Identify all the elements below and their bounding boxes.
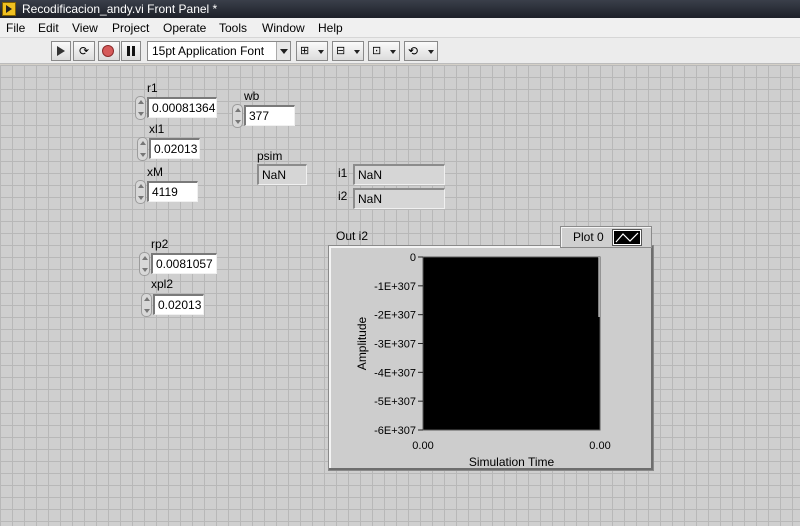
- x-tick-label: 0.00: [589, 440, 610, 452]
- y-tick-label: -6E+307: [374, 425, 416, 437]
- y-tick-label: -5E+307: [374, 396, 416, 408]
- graph-plot-svg: 0 -1E+307 -2E+307 -3E+307 -4E+307 -5E+307 -6E+…: [355, 252, 611, 469]
- y-tick-label: -1E+307: [374, 281, 416, 293]
- y-axis: 0 -1E+307 -2E+307 -3E+307 -4E+307 -5E+307 -6E+…: [374, 252, 423, 437]
- y-tick-label: -4E+307: [374, 367, 416, 379]
- plot-area[interactable]: [422, 256, 601, 431]
- x-axis-label: Simulation Time: [469, 455, 555, 469]
- y-tick-label: 0: [410, 252, 416, 264]
- x-tick-label: 0.00: [412, 440, 433, 452]
- y-tick-label: -2E+307: [374, 310, 416, 322]
- y-tick-label: -3E+307: [374, 339, 416, 351]
- x-axis: 0.00 0.00: [412, 440, 610, 452]
- y-axis-label: Amplitude: [355, 317, 369, 371]
